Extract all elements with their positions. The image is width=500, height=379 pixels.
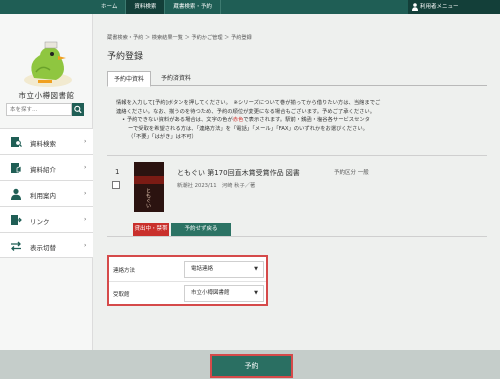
chevron-right-icon: ›	[84, 242, 87, 249]
pickup-label: 受取館	[113, 292, 130, 298]
tab-pending[interactable]: 予約中資料	[107, 71, 151, 87]
tab-reserved[interactable]: 予約済資料	[153, 71, 199, 87]
book-search-icon	[11, 137, 22, 148]
link-icon	[11, 215, 22, 225]
search-button[interactable]	[72, 103, 84, 116]
search-icon	[74, 105, 82, 114]
instruction-line: （「不要」「はがき」は不可）	[128, 134, 197, 141]
sidebar-item-links[interactable]: リンク ›	[0, 206, 93, 232]
sidebar-item-label: リンク	[30, 218, 50, 226]
chevron-right-icon: ›	[84, 190, 87, 197]
contact-value: 電話連絡	[191, 266, 214, 272]
search-input[interactable]	[6, 103, 72, 116]
page-title: 予約登録	[107, 52, 144, 62]
divider	[109, 281, 266, 282]
tab-bar: 予約中資料 予約済資料	[107, 71, 487, 87]
chevron-right-icon: ›	[84, 138, 87, 145]
pickup-row: 受取館 市立小樽図書館 ▼	[109, 283, 266, 304]
chevron-right-icon: ›	[84, 164, 87, 171]
sidebar-item-label: 資料紹介	[30, 166, 56, 174]
person-icon	[11, 188, 21, 200]
book-intro-icon	[11, 163, 22, 173]
instruction-text: で表示されます。駅前・銭函・塩谷各サービスセンタ	[243, 117, 370, 124]
sidebar-search	[6, 103, 84, 116]
sidebar-item-intro[interactable]: 資料紹介 ›	[0, 154, 93, 180]
book-meta: 新潮社 2023/11 河崎 秋子／著	[177, 183, 256, 189]
instruction-line: 連絡ください。なお、揃うのを待つため、予約の順位が変更になる場合もございます。予…	[116, 108, 376, 115]
nav-search-reserve[interactable]: 蔵書検索・予約	[165, 0, 221, 14]
cancel-reserve-button[interactable]: 予約せず戻る	[171, 223, 231, 236]
instruction-line: 情報を入力して[予約]ボタンを押してください。 ※シリーズについて巻が揃ってから…	[116, 100, 381, 106]
sidebar-item-label: 利用案内	[30, 192, 56, 200]
contact-select[interactable]: 電話連絡 ▼	[184, 261, 264, 278]
sidebar-item-label: 資料検索	[30, 140, 56, 148]
red-text-highlight: 赤色	[232, 117, 244, 124]
pickup-value: 市立小樽図書館	[191, 290, 230, 296]
user-icon	[412, 3, 418, 11]
user-menu-label: 利用者メニュー	[420, 4, 459, 10]
caret-down-icon: ▼	[254, 290, 258, 296]
instruction-line: ーで受取を希望される方は、「連絡方法」を「電話」「メール」「FAX」のいずれかを…	[128, 125, 368, 132]
nav-catalog[interactable]: 資料検索	[126, 0, 166, 14]
cover-band	[134, 176, 164, 184]
cover-title: ともぐい	[145, 188, 151, 208]
chevron-right-icon: ›	[84, 216, 87, 223]
reservation-form: 連絡方法 電話連絡 ▼ 受取館 市立小樽図書館 ▼	[107, 255, 268, 306]
sidebar-item-label: 表示切替	[30, 244, 56, 252]
pickup-select[interactable]: 市立小樽図書館 ▼	[184, 285, 264, 302]
sidebar: 市立小樽図書館 資料検索 › 資料紹介 ›	[0, 14, 93, 379]
reserve-button[interactable]: 予約	[210, 354, 293, 378]
instruction-bullet: • 予約できない資料がある場合は、文字の色が赤色で表示されます。駅前・銭函・塩谷…	[122, 117, 370, 124]
library-name: 市立小樽図書館	[18, 91, 75, 100]
caret-down-icon: ▼	[254, 266, 258, 272]
instructions: 情報を入力して[予約]ボタンを押してください。 ※シリーズについて巻が揃ってから…	[116, 99, 496, 142]
user-menu-button[interactable]: 利用者メニュー	[408, 0, 500, 14]
top-nav: ホーム 資料検索 蔵書検索・予約	[93, 0, 221, 14]
sidebar-nav: 資料検索 › 資料紹介 › 利用案内 › リンク › 表示切替 ›	[0, 128, 93, 258]
instruction-text: 予約できない資料がある場合は、文字の色が	[126, 117, 233, 124]
swap-icon	[11, 241, 21, 251]
contact-label: 連絡方法	[113, 268, 136, 274]
reservation-item: 1 ともぐい ともぐい 第170回直木賞受賞作品 図書 新潮社 2023/11 …	[107, 155, 487, 237]
item-checkbox[interactable]	[112, 181, 120, 189]
item-number: 1	[115, 168, 120, 176]
status-badge: 貸出中・禁帯	[133, 223, 169, 236]
sidebar-item-search[interactable]: 資料検索 ›	[0, 128, 93, 154]
book-cover[interactable]: ともぐい	[134, 162, 164, 212]
breadcrumb: 蔵書検索・予約 ＞ 検索結果一覧 ＞ 予約かご管理 ＞ 予約登録	[107, 35, 252, 41]
contact-row: 連絡方法 電話連絡 ▼	[109, 259, 266, 280]
sidebar-item-guide[interactable]: 利用案内 ›	[0, 180, 93, 206]
nav-home[interactable]: ホーム	[93, 0, 127, 14]
sidebar-item-display[interactable]: 表示切替 ›	[0, 232, 93, 258]
reservation-category: 予約区分 一般	[334, 170, 369, 176]
book-title-link[interactable]: ともぐい 第170回直木賞受賞作品 図書	[177, 168, 300, 178]
